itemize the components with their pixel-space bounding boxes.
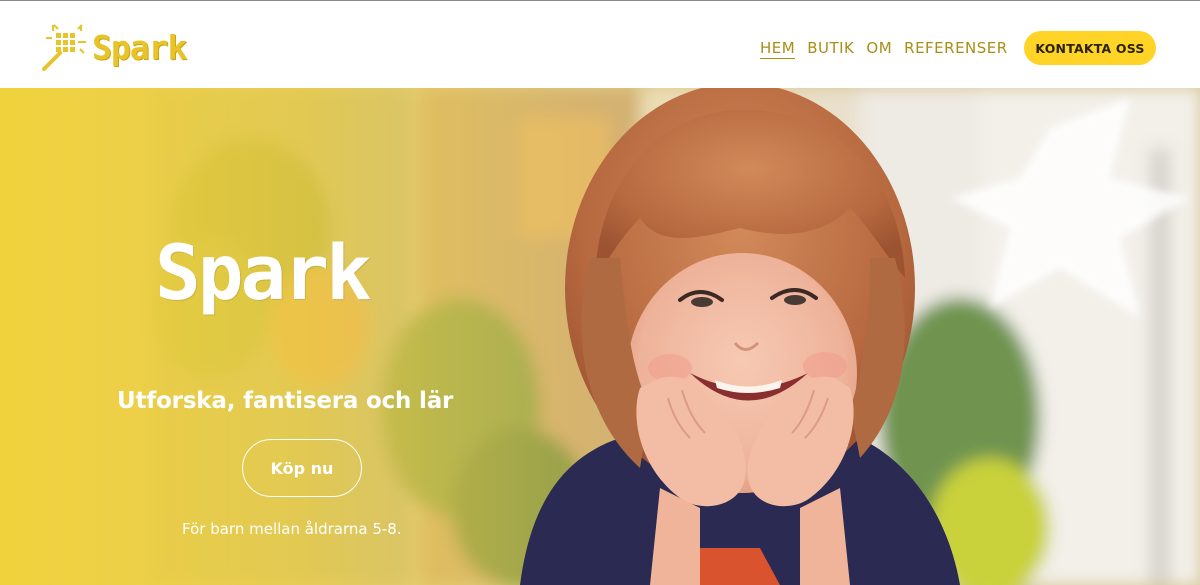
landing-page: Spark HEM BUTIK OM REFERENSER KONTAKTA O… bbox=[0, 0, 1200, 585]
nav-item-om[interactable]: OM bbox=[866, 38, 892, 59]
main-nav: HEM BUTIK OM REFERENSER bbox=[760, 38, 1008, 59]
contact-button[interactable]: KONTAKTA OSS bbox=[1024, 31, 1156, 65]
hero-photo bbox=[0, 88, 1200, 585]
hero-section: Spark Utforska, fantisera och lär Köp nu… bbox=[0, 88, 1200, 585]
nav-item-referenser[interactable]: REFERENSER bbox=[904, 38, 1008, 59]
hero-age-note: För barn mellan åldrarna 5-8. bbox=[182, 520, 402, 538]
nav-item-hem[interactable]: HEM bbox=[760, 38, 796, 59]
site-header: Spark HEM BUTIK OM REFERENSER KONTAKTA O… bbox=[0, 0, 1200, 88]
site-logo[interactable]: Spark bbox=[38, 19, 187, 75]
buy-now-button[interactable]: Köp nu bbox=[242, 439, 362, 497]
magic-wand-icon bbox=[42, 24, 86, 71]
nav-item-butik[interactable]: BUTIK bbox=[807, 38, 854, 59]
hero-tagline: Utforska, fantisera och lär bbox=[117, 388, 454, 414]
logo-wordmark: Spark bbox=[92, 27, 187, 67]
hero-title: Spark bbox=[155, 228, 372, 317]
